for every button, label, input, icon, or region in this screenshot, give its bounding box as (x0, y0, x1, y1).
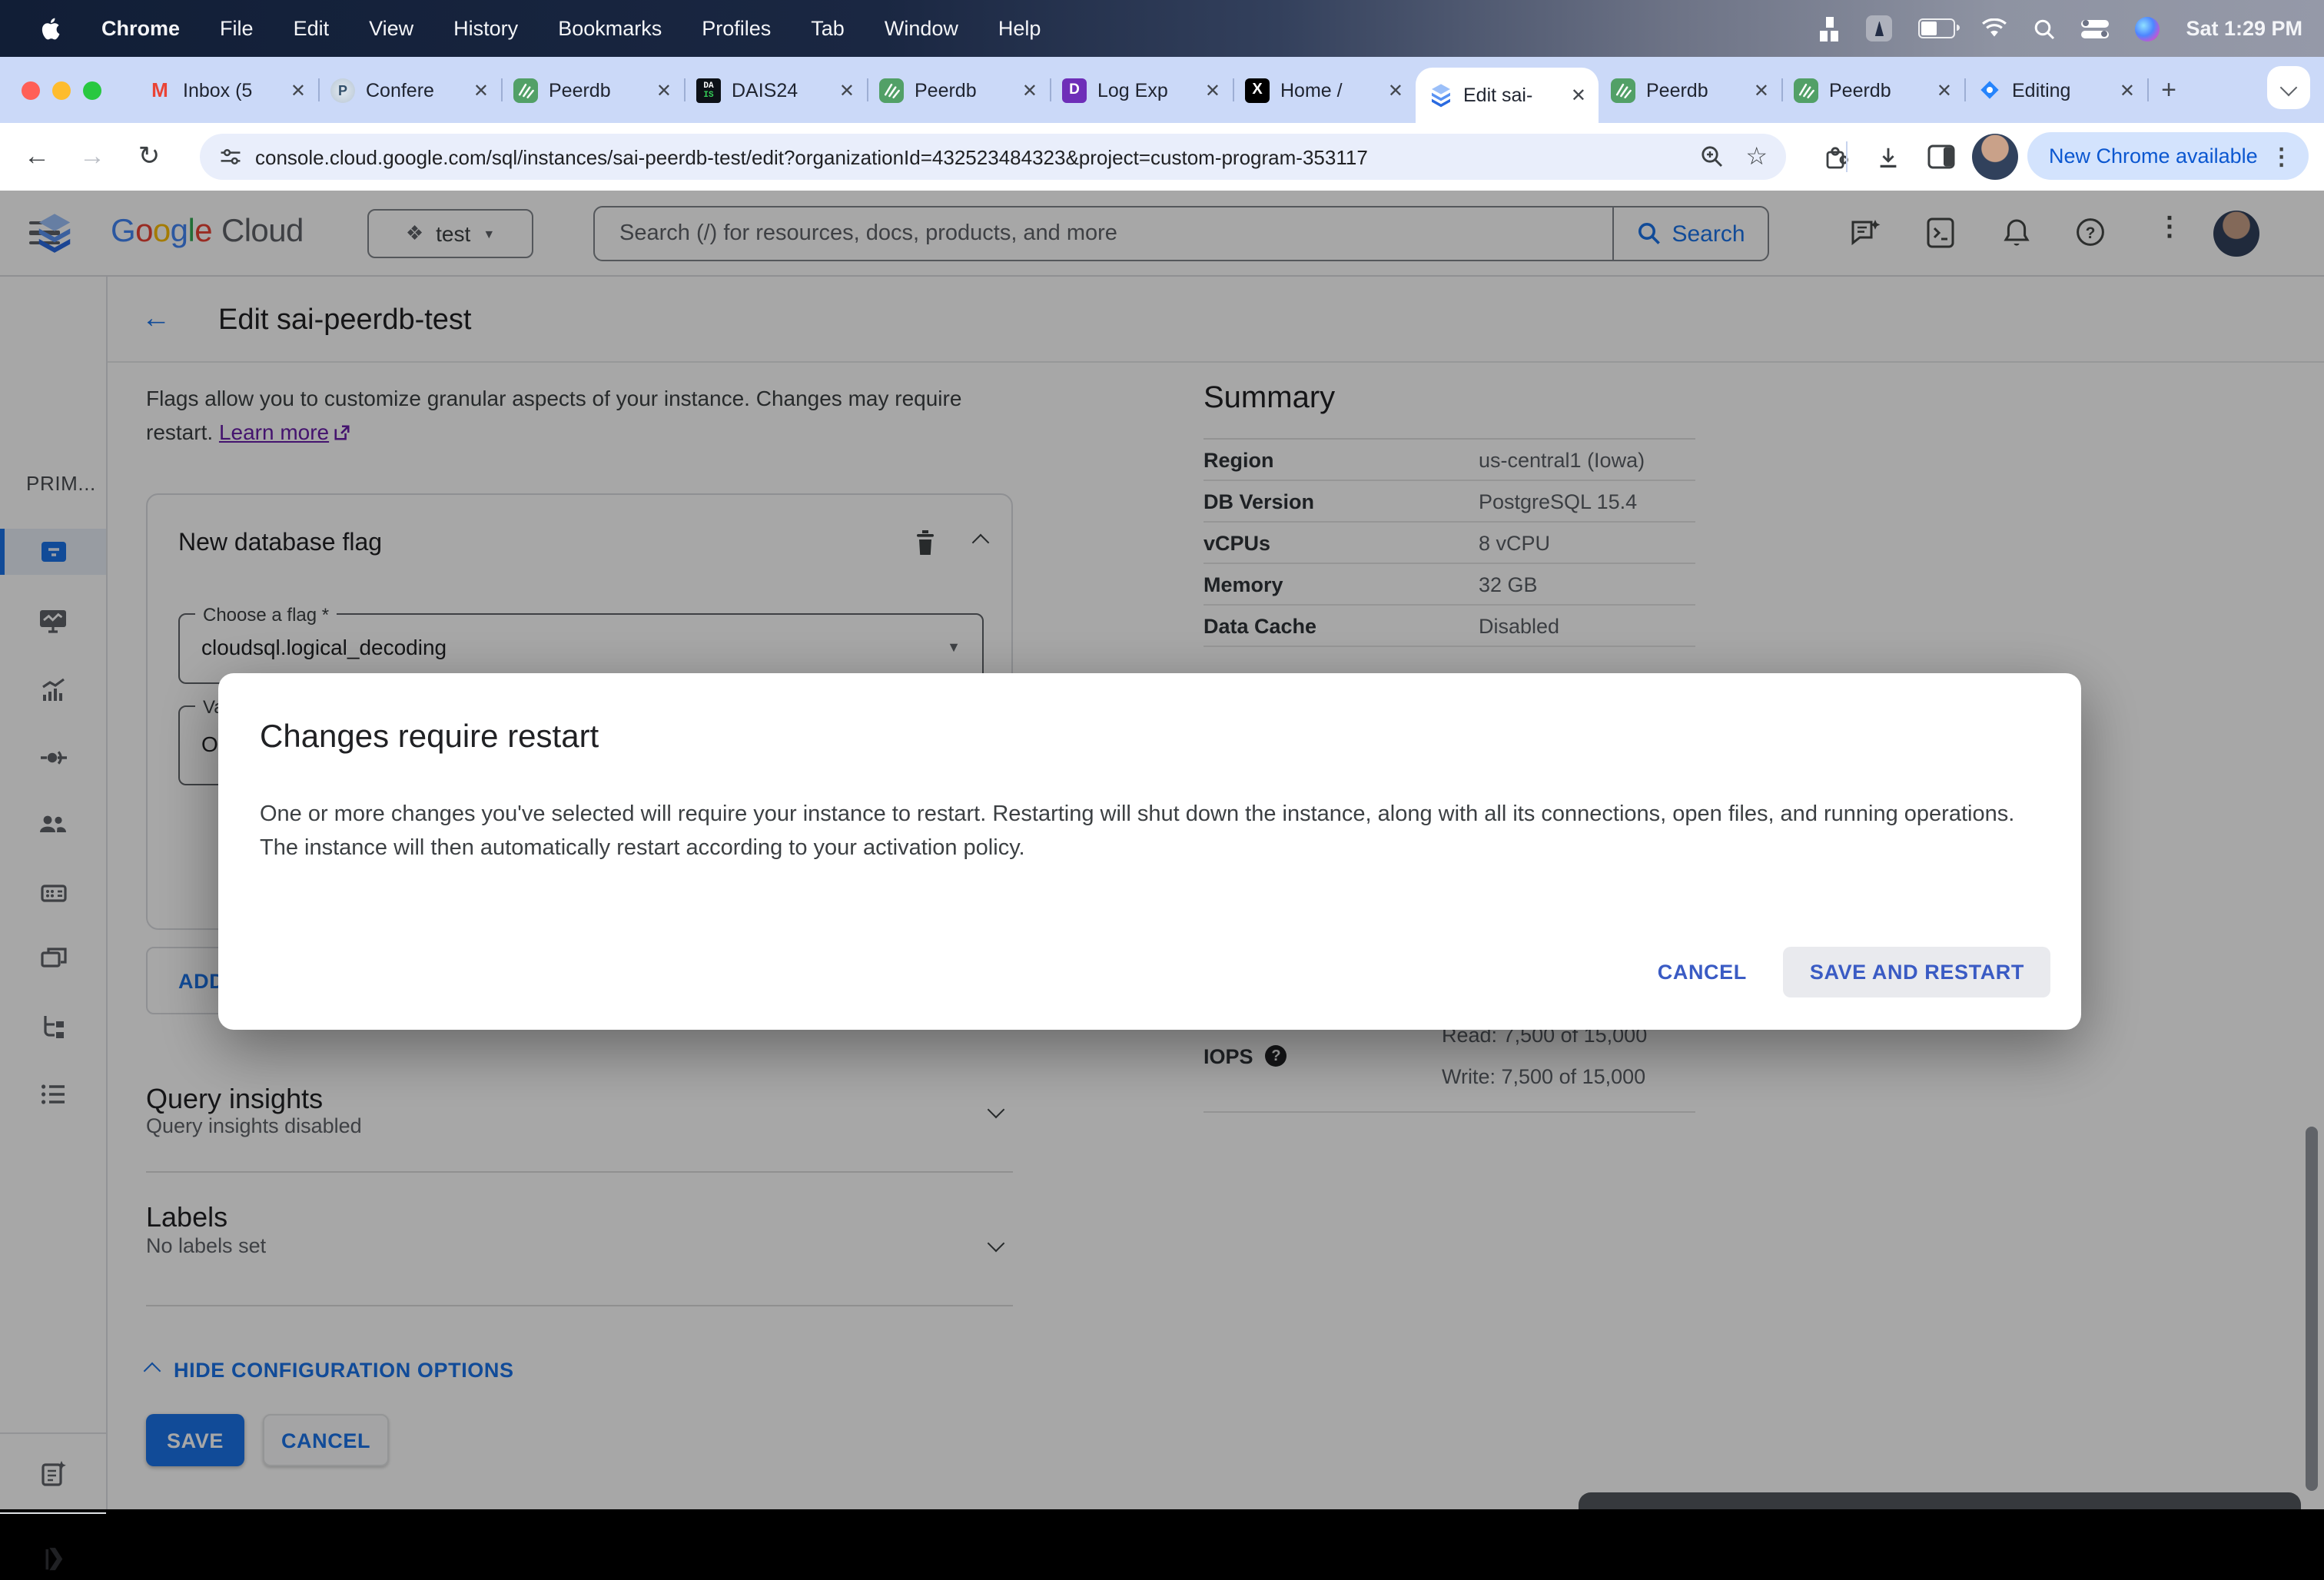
expand-sidebar-icon[interactable]: |❯ (0, 1534, 106, 1580)
tab-inbox[interactable]: M Inbox (5 ✕ (135, 57, 318, 123)
siri-icon[interactable] (2135, 16, 2160, 41)
tab-editing[interactable]: Editing ✕ (1964, 57, 2147, 123)
scrollbar-thumb[interactable] (2306, 1127, 2318, 1491)
peerdb-favicon (879, 78, 904, 102)
dialog-title: Changes require restart (260, 719, 599, 755)
window-controls (22, 81, 101, 100)
tab-search-button[interactable] (2267, 66, 2310, 109)
tab-close-icon[interactable]: ✕ (1937, 79, 1952, 101)
peerdb-favicon (513, 78, 538, 102)
tab-close-icon[interactable]: ✕ (1388, 79, 1403, 101)
gmail-favicon: M (151, 78, 168, 101)
status-app-icon[interactable] (1866, 15, 1893, 41)
tab-close-icon[interactable]: ✕ (1022, 79, 1038, 101)
menu-bookmarks[interactable]: Bookmarks (558, 17, 662, 40)
menu-file[interactable]: File (220, 17, 254, 40)
tab-close-icon[interactable]: ✕ (290, 79, 306, 101)
minimize-window-button[interactable] (52, 81, 71, 100)
tab-log-explorer[interactable]: D Log Exp ✕ (1050, 57, 1233, 123)
tab-conference[interactable]: P Confere ✕ (318, 57, 501, 123)
background-window-edge (1579, 1492, 2301, 1509)
menu-chrome[interactable]: Chrome (101, 17, 180, 40)
menu-tab[interactable]: Tab (811, 17, 845, 40)
browser-profile-avatar[interactable] (1972, 134, 2018, 180)
tab-close-icon[interactable]: ✕ (2120, 79, 2135, 101)
postgresql-favicon: P (330, 78, 355, 102)
extensions-icon[interactable] (1814, 123, 1857, 191)
tab-close-icon[interactable]: ✕ (1205, 79, 1220, 101)
apple-icon[interactable] (40, 15, 61, 41)
spotlight-icon[interactable] (2034, 18, 2055, 39)
tab-dais24[interactable]: DA IS DAIS24 ✕ (684, 57, 867, 123)
menu-window[interactable]: Window (885, 17, 958, 40)
tab-peerdb-4[interactable]: Peerdb ✕ (1781, 57, 1964, 123)
tab-close-icon[interactable]: ✕ (656, 79, 672, 101)
peerdb-favicon (1794, 78, 1818, 102)
dialog-body: One or more changes you've selected will… (260, 802, 2015, 860)
tab-edit-sai-active[interactable]: Edit sai- ✕ (1416, 68, 1599, 123)
zoom-page-icon[interactable] (1699, 144, 1724, 169)
browser-toolbar: ← → ↻ console.cloud.google.com/sql/insta… (0, 123, 2324, 191)
peerdb-favicon (1611, 78, 1635, 102)
menu-history[interactable]: History (453, 17, 518, 40)
menu-bar-clock[interactable]: Sat 1:29 PM (2186, 17, 2302, 40)
close-window-button[interactable] (22, 81, 40, 100)
reload-icon[interactable]: ↻ (128, 123, 171, 191)
menu-edit[interactable]: Edit (294, 17, 330, 40)
chrome-menu-icon[interactable]: ⋮ (2270, 142, 2293, 170)
macos-menu-bar: Chrome File Edit View History Bookmarks … (0, 0, 2324, 57)
dialog-cancel-button[interactable]: CANCEL (1658, 961, 1747, 984)
web-content: Google Cloud ❖ test ▼ Search (/) for res… (0, 191, 2324, 1568)
tab-peerdb-1[interactable]: Peerdb ✕ (501, 57, 684, 123)
site-settings-icon[interactable] (218, 144, 243, 169)
tab-strip: M Inbox (5 ✕ P Confere ✕ Peerdb ✕ DA IS D… (0, 57, 2324, 123)
control-center-icon[interactable] (2081, 19, 2110, 38)
side-panel-icon[interactable] (1920, 123, 1963, 191)
wifi-icon[interactable] (1981, 18, 2007, 38)
dais-favicon: DA IS (696, 78, 721, 102)
tab-close-icon[interactable]: ✕ (473, 79, 489, 101)
screen: Chrome File Edit View History Bookmarks … (0, 0, 2324, 1568)
stage-manager-icon[interactable] (1820, 16, 1840, 41)
x-favicon: X (1245, 78, 1270, 102)
back-icon[interactable]: ← (15, 123, 58, 191)
changes-require-restart-dialog: Changes require restart One or more chan… (218, 673, 2081, 1030)
tab-peerdb-3[interactable]: Peerdb ✕ (1599, 57, 1781, 123)
sidebar-divider (0, 1512, 106, 1514)
zoom-window-button[interactable] (83, 81, 101, 100)
new-tab-button[interactable]: + (2147, 57, 2190, 123)
menu-profiles[interactable]: Profiles (702, 17, 771, 40)
url-text[interactable]: console.cloud.google.com/sql/instances/s… (255, 145, 1699, 168)
toolbar-divider (1846, 141, 1848, 172)
tab-close-icon[interactable]: ✕ (839, 79, 855, 101)
menu-help[interactable]: Help (998, 17, 1041, 40)
pin-favicon (1977, 78, 2001, 102)
tab-home-x[interactable]: X Home / ✕ (1233, 57, 1416, 123)
tab-peerdb-2[interactable]: Peerdb ✕ (867, 57, 1050, 123)
tab-close-icon[interactable]: ✕ (1571, 85, 1586, 106)
datadog-favicon: D (1062, 78, 1087, 102)
new-chrome-available-button[interactable]: New Chrome available ⋮ (2027, 132, 2309, 180)
forward-icon[interactable]: → (71, 123, 114, 191)
battery-icon[interactable] (1918, 18, 1960, 38)
address-bar[interactable]: console.cloud.google.com/sql/instances/s… (200, 134, 1786, 180)
bookmark-star-icon[interactable]: ☆ (1745, 141, 1768, 172)
menu-view[interactable]: View (369, 17, 413, 40)
cloud-sql-favicon (1428, 83, 1452, 108)
download-icon[interactable] (1866, 123, 1909, 191)
tab-close-icon[interactable]: ✕ (1754, 79, 1769, 101)
save-and-restart-button[interactable]: SAVE AND RESTART (1783, 947, 2050, 997)
